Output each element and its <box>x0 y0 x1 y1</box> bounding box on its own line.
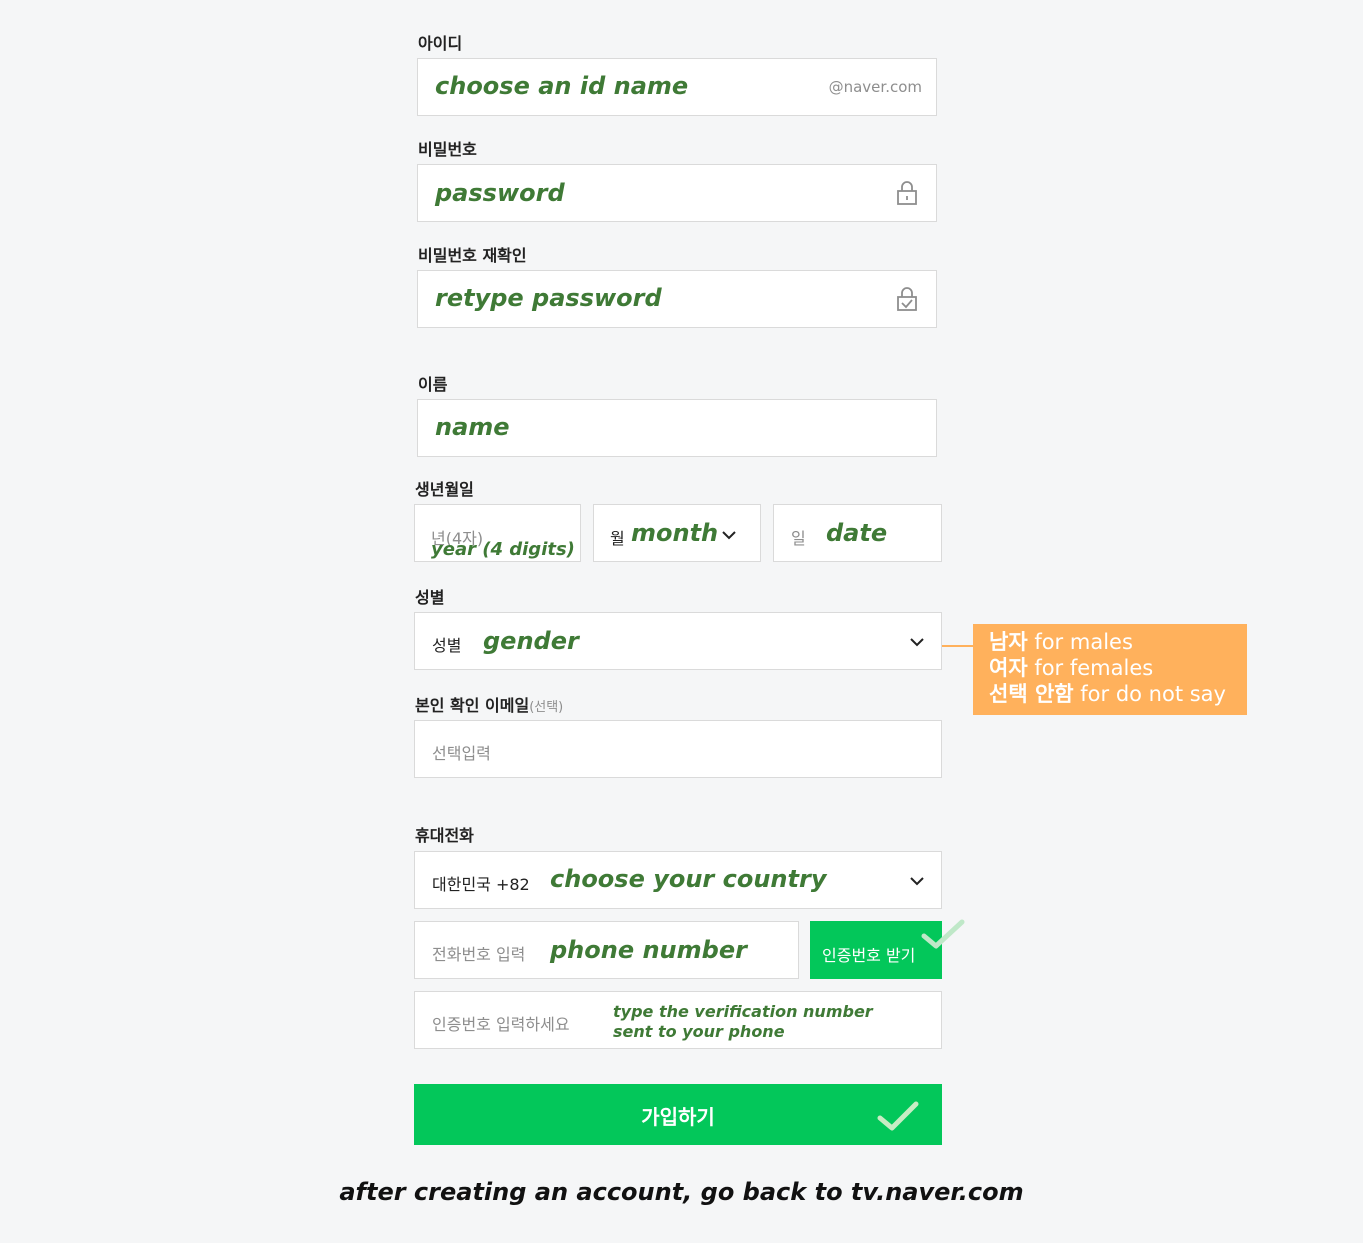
gender-annotation: gender <box>483 627 579 655</box>
signup-submit-button[interactable]: 가입하기 <box>414 1084 942 1145</box>
gender-placeholder: 성별 <box>432 636 462 655</box>
password-annotation: password <box>435 179 565 207</box>
signup-button-label: 가입하기 <box>641 1105 715 1129</box>
check-icon <box>877 1101 919 1131</box>
birth-year-annotation: year (4 digits) <box>431 539 575 560</box>
email-label-optional: (선택) <box>529 700 564 715</box>
email-label: 본인 확인 이메일(선택) <box>415 692 563 716</box>
password-confirm-label: 비밀번호 재확인 <box>418 246 527 265</box>
chevron-down-icon <box>910 638 924 647</box>
phone-number-placeholder: 전화번호 입력 <box>432 945 526 964</box>
note-male-en: for males <box>1027 630 1133 654</box>
country-select[interactable]: 대한민국 +82 choose your country <box>414 851 942 909</box>
note-female-ko: 여자 <box>989 656 1028 680</box>
birth-month-annotation: month <box>631 519 719 547</box>
gender-label: 성별 <box>415 588 445 607</box>
name-annotation: name <box>435 413 510 441</box>
password-label: 비밀번호 <box>418 140 477 159</box>
birth-label: 생년월일 <box>415 480 474 499</box>
chevron-down-icon <box>722 531 736 540</box>
verification-code-placeholder: 인증번호 입력하세요 <box>432 1015 570 1034</box>
footer-instruction: after creating an account, go back to tv… <box>339 1178 1024 1206</box>
verification-annotation-line2: sent to your phone <box>613 1022 785 1041</box>
note-male-ko: 남자 <box>989 630 1028 654</box>
email-input[interactable]: 선택입력 <box>414 720 942 778</box>
email-placeholder: 선택입력 <box>432 744 491 763</box>
verify-button-label: 인증번호 받기 <box>822 946 916 965</box>
birth-day-placeholder: 일 <box>791 529 806 548</box>
email-label-text: 본인 확인 이메일 <box>415 696 530 715</box>
phone-label: 휴대전화 <box>415 826 474 845</box>
note-connector <box>942 645 973 647</box>
birth-month-select[interactable]: 월 month <box>593 504 761 562</box>
country-value: 대한민국 +82 <box>432 875 530 894</box>
name-input[interactable]: name <box>417 399 937 457</box>
note-female-en: for females <box>1027 656 1154 680</box>
verification-code-input[interactable]: 인증번호 입력하세요 type the verification number … <box>414 991 942 1049</box>
note-none-en: for do not say <box>1073 682 1226 706</box>
id-label: 아이디 <box>418 34 463 53</box>
check-icon <box>921 919 965 949</box>
lock-icon <box>897 181 917 205</box>
birth-day-annotation: date <box>826 519 888 547</box>
password-input[interactable]: password <box>417 164 937 222</box>
note-none-ko: 선택 안함 <box>989 682 1074 706</box>
password-confirm-annotation: retype password <box>435 284 662 312</box>
birth-day-input[interactable]: 일 date <box>773 504 942 562</box>
id-annotation: choose an id name <box>435 72 689 100</box>
password-confirm-input[interactable]: retype password <box>417 270 937 328</box>
id-domain-suffix: @naver.com <box>828 78 922 96</box>
verification-annotation-line1: type the verification number <box>613 1002 873 1021</box>
gender-select[interactable]: 성별 gender <box>414 612 942 670</box>
phone-number-input[interactable]: 전화번호 입력 phone number <box>414 921 799 979</box>
country-annotation: choose your country <box>550 865 827 893</box>
lock-check-icon <box>897 287 917 311</box>
id-input[interactable]: choose an id name @naver.com <box>417 58 937 116</box>
birth-month-placeholder: 월 <box>610 529 625 548</box>
gender-note: 남자 for males 여자 for females 선택 안함 for do… <box>973 624 1247 715</box>
name-label: 이름 <box>418 375 448 394</box>
phone-number-annotation: phone number <box>550 936 747 964</box>
chevron-down-icon <box>910 877 924 886</box>
birth-year-input[interactable]: 년(4자) year (4 digits) <box>414 504 581 562</box>
